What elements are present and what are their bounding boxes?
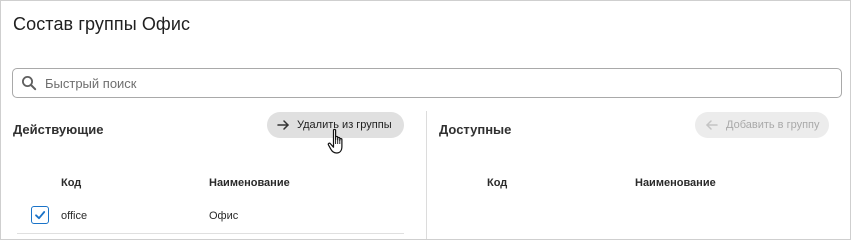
row-divider xyxy=(17,233,404,234)
available-col-code-header[interactable]: Код xyxy=(487,177,507,189)
quick-search-box[interactable] xyxy=(12,68,842,98)
page-title: Состав группы Офис xyxy=(13,14,191,34)
active-panel-title: Действующие xyxy=(13,122,104,137)
available-panel-title: Доступные xyxy=(439,122,512,137)
add-to-group-label: Добавить в группу xyxy=(726,119,820,131)
row-checkbox[interactable] xyxy=(31,206,49,224)
active-col-name-header[interactable]: Наименование xyxy=(209,177,290,189)
available-col-name-header[interactable]: Наименование xyxy=(635,177,716,189)
group-members-dialog: Состав группы Офис Действующие Удалить и… xyxy=(0,0,851,240)
arrow-right-icon xyxy=(277,120,289,130)
arrow-left-icon xyxy=(706,120,718,130)
search-icon xyxy=(22,76,37,91)
add-to-group-button[interactable]: Добавить в группу xyxy=(695,112,829,138)
hand-cursor-icon xyxy=(327,128,343,154)
search-input[interactable] xyxy=(45,73,825,93)
row-code-cell: office xyxy=(61,210,88,222)
active-col-code-header[interactable]: Код xyxy=(61,177,81,189)
panel-divider xyxy=(426,111,427,239)
row-name-cell: Офис xyxy=(209,210,239,222)
checkmark-icon xyxy=(35,211,46,220)
